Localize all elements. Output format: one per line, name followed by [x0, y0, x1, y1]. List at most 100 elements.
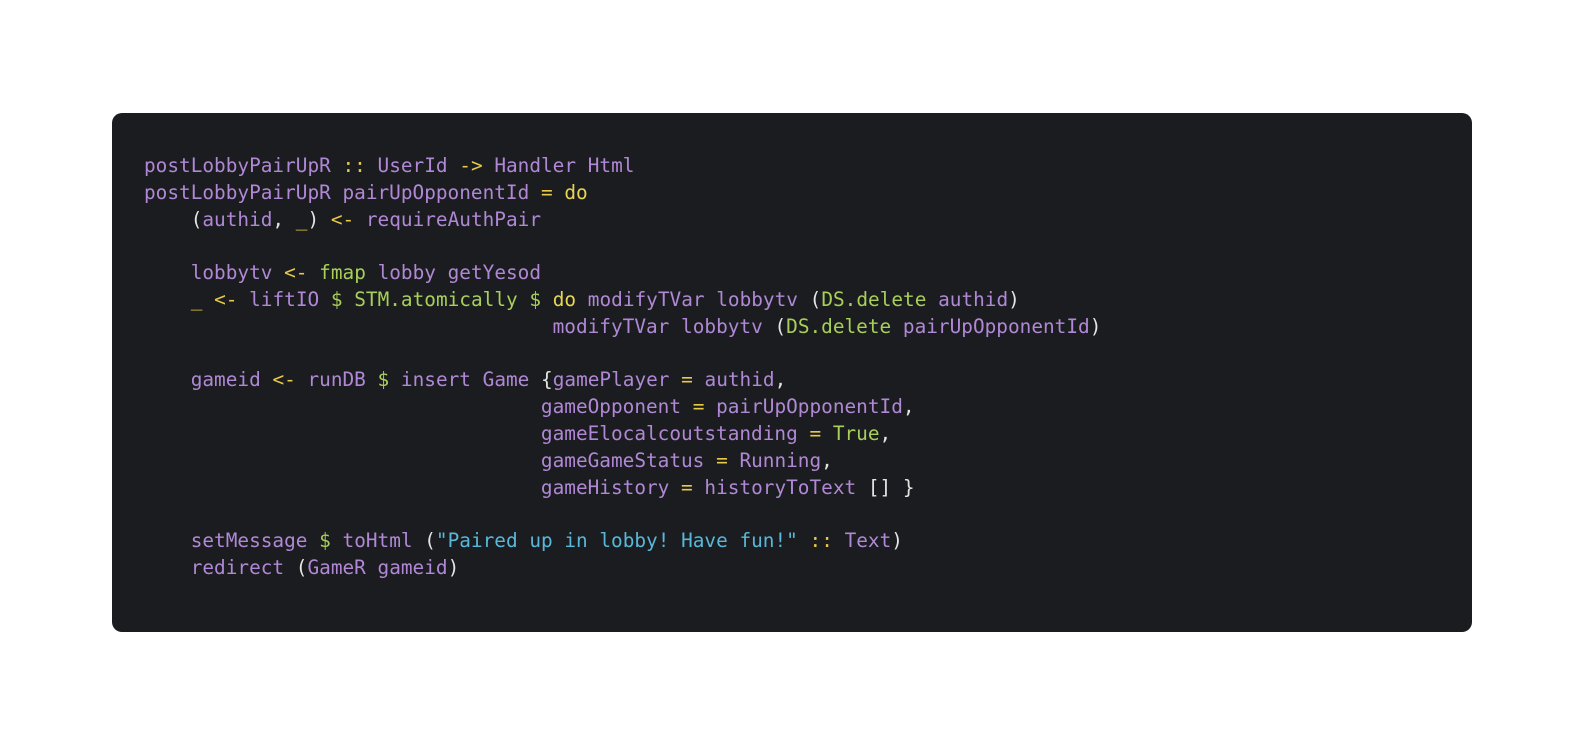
code-token-ident: runDB — [307, 368, 366, 392]
code-line: (authid, _) <- requireAuthPair — [144, 207, 1472, 234]
code-token-con: STM.atomically — [354, 287, 518, 311]
code-token-punct — [366, 368, 378, 391]
code-token-ident: authid — [704, 368, 775, 392]
code-token-punct: ) — [447, 555, 460, 579]
code-token-ident: setMessage — [190, 529, 308, 553]
code-token-punct — [144, 288, 191, 311]
code-token-ident: gameOpponent — [540, 395, 682, 419]
code-token-fn: $ — [529, 287, 542, 311]
code-line: redirect (GameR gameid) — [144, 555, 1472, 582]
code-token-punct — [436, 261, 448, 284]
code-token-punct — [798, 422, 810, 445]
code-token-fn: fmap — [319, 261, 366, 285]
code-token-punct: ( — [762, 314, 787, 338]
code-token-con: DS.delete — [821, 287, 927, 311]
code-token-punct — [518, 288, 530, 311]
code-token-punct: { — [529, 368, 553, 392]
code-token-punct — [529, 181, 541, 204]
code-token-punct — [448, 154, 460, 177]
code-block: postLobbyPairUpR :: UserId -> Handler Ht… — [112, 113, 1472, 632]
code-token-punct — [704, 449, 716, 472]
code-token-punct — [669, 476, 681, 499]
code-token-kw: do — [552, 287, 577, 311]
code-token-punct — [693, 476, 705, 499]
code-token-punct — [669, 368, 681, 391]
code-token-kw: do — [564, 180, 588, 204]
code-line: lobbytv <- fmap lobby getYesod — [144, 260, 1472, 287]
code-token-op: = — [540, 180, 553, 204]
code-token-punct: ) — [307, 207, 331, 231]
code-line: _ <- liftIO $ STM.atomically $ do modify… — [144, 287, 1472, 314]
code-token-ident: gameHistory — [540, 475, 670, 499]
code-line: postLobbyPairUpR pairUpOpponentId = do — [144, 180, 1472, 207]
code-line: ​ — [144, 501, 1472, 528]
code-token-ident: authid — [202, 207, 273, 231]
code-token-punct — [821, 422, 833, 445]
code-token-punct — [144, 395, 541, 418]
code-token-punct: , — [774, 368, 787, 392]
code-token-ident: lobbytv — [716, 287, 798, 311]
code-token-punct — [669, 315, 681, 338]
code-token-punct — [693, 368, 705, 391]
code-token-op: = — [681, 475, 693, 499]
code-token-punct — [296, 368, 308, 391]
code-token-ident: gameElocalcoutstanding — [540, 421, 798, 445]
code-token-punct: ) — [891, 529, 903, 553]
code-token-punct — [541, 288, 553, 311]
code-line: modifyTVar lobbytv (DS.delete pairUpOppo… — [144, 314, 1472, 341]
code-token-punct: , — [902, 395, 915, 419]
code-token-punct — [202, 288, 214, 311]
code-token-ident: insert — [400, 368, 471, 392]
code-token-fn: $ — [377, 368, 390, 392]
code-token-ident: lobby — [377, 261, 436, 285]
code-token-punct — [483, 154, 495, 177]
code-token-punct — [144, 449, 541, 472]
code-token-ident: Running — [739, 448, 822, 472]
code-token-punct: , — [879, 421, 892, 445]
code-token-ident: pairUpOpponentId — [902, 314, 1090, 338]
code-token-punct — [272, 261, 284, 284]
code-token-punct — [553, 181, 565, 204]
code-token-op: = — [809, 421, 822, 445]
code-token-punct — [144, 556, 191, 579]
code-token-punct: ) — [1008, 287, 1020, 311]
code-token-punct — [366, 261, 378, 284]
code-token-punct — [144, 422, 541, 445]
code-token-ident: toHtml — [342, 529, 413, 553]
code-token-punct: ) — [1089, 314, 1102, 338]
code-token-punct: ( — [797, 287, 822, 311]
code-token-punct: , — [821, 448, 833, 472]
code-token-ident: authid — [938, 287, 1009, 311]
code-token-ident: lobbytv — [190, 261, 273, 285]
code-token-op: -> — [459, 154, 483, 177]
code-line: ​ — [144, 233, 1472, 260]
code-token-punct — [681, 395, 693, 418]
code-token-punct — [926, 288, 938, 311]
code-token-punct — [144, 368, 191, 391]
code-token-punct — [261, 368, 273, 391]
code-line: gameGameStatus = Running, — [144, 448, 1472, 475]
code-token-con: DS.delete — [786, 314, 892, 338]
code-line: gameHistory = historyToText [] } — [144, 475, 1472, 502]
code-token-punct — [366, 556, 378, 579]
code-token-punct — [891, 315, 903, 338]
code-token-punct — [833, 529, 845, 552]
code-token-ident: redirect — [190, 555, 285, 579]
code-token-ident: pairUpOpponentId — [342, 180, 530, 204]
code-token-punct — [144, 476, 541, 499]
code-token-ident: historyToText — [704, 475, 857, 499]
code-token-punct: [] } — [856, 475, 915, 499]
code-token-punct: ( — [144, 207, 203, 231]
code-token-punct — [471, 368, 483, 391]
code-token-op: :: — [809, 529, 833, 553]
code-content: postLobbyPairUpR :: UserId -> Handler Ht… — [144, 153, 1472, 582]
code-token-ident: gamePlayer — [552, 368, 670, 392]
code-token-con: True — [832, 421, 880, 445]
code-token-punct — [307, 261, 319, 284]
code-token-str: "Paired up in lobby! Have fun!" — [435, 529, 798, 553]
code-line: postLobbyPairUpR :: UserId -> Handler Ht… — [144, 153, 1472, 180]
code-token-op: <- — [214, 287, 238, 311]
code-token-ident: GameR — [307, 555, 366, 579]
code-token-ident: liftIO — [249, 287, 320, 311]
code-token-punct: , — [272, 207, 296, 231]
